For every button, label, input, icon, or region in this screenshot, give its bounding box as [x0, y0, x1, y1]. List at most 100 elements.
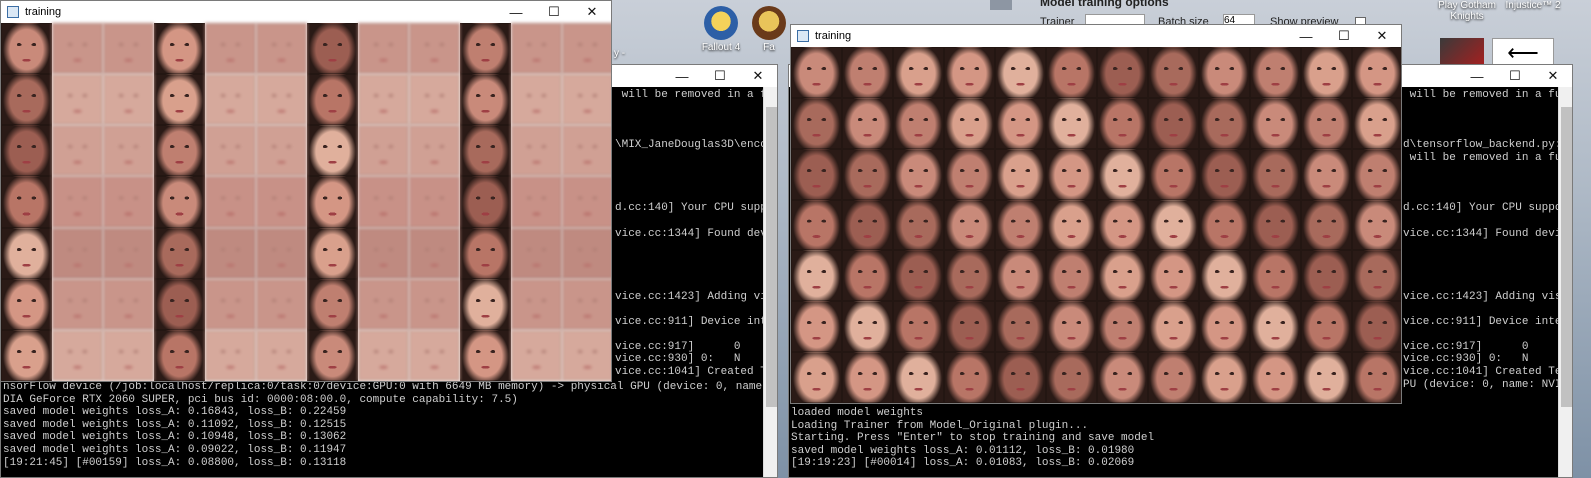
scrollbar-thumb[interactable] — [766, 107, 777, 407]
face-preview-tile — [995, 352, 1046, 403]
face-preview-tile — [256, 278, 307, 330]
face-preview-tile — [1046, 47, 1097, 98]
face-preview-tile — [1199, 97, 1250, 149]
face-preview-tile — [944, 199, 995, 251]
maximize-button[interactable]: ☐ — [1496, 65, 1534, 87]
training-left-controls: — ☐ ✕ — [497, 1, 611, 23]
console-line: DIA GeForce RTX 2060 SUPER, pci bus id: … — [3, 393, 518, 406]
face-preview-tile — [1097, 301, 1148, 353]
console-right-upper-lines: will be removed in a fu d\tensorflow_bac… — [1403, 89, 1558, 391]
face-preview-tile — [409, 176, 460, 228]
face-preview-tile — [1148, 199, 1199, 251]
minimize-button[interactable]: — — [663, 65, 701, 87]
console-line: d.cc:140] Your CPU suppo — [615, 202, 763, 215]
face-preview-tile — [944, 148, 995, 200]
preview-grid-right — [791, 47, 1401, 403]
face-preview-tile — [205, 278, 256, 330]
face-preview-tile — [409, 278, 460, 330]
face-preview-tile — [842, 47, 893, 98]
face-preview-tile — [358, 329, 409, 381]
minimize-button[interactable]: — — [497, 1, 535, 23]
face-preview-tile — [1097, 250, 1148, 302]
face-preview-tile — [205, 23, 256, 75]
desktop-icon-label: Fallout 4 — [701, 42, 741, 53]
face-preview-tile — [154, 329, 205, 381]
model-training-options-title: Model training options — [1040, 0, 1169, 9]
console-line: saved model weights loss_A: 0.10948, los… — [3, 431, 347, 444]
face-preview-tile — [562, 176, 611, 228]
fallout-vault-boy-icon — [704, 6, 738, 40]
console-left-controls: — ☐ ✕ — [663, 65, 777, 87]
console-left-scrollbar[interactable] — [763, 87, 777, 477]
minimize-button[interactable]: — — [1458, 65, 1496, 87]
close-button[interactable]: ✕ — [1363, 25, 1401, 47]
console-right-scrollbar[interactable] — [1558, 87, 1572, 477]
taskbar-app-icon[interactable] — [990, 0, 1012, 10]
maximize-button[interactable]: ☐ — [701, 65, 739, 87]
maximize-button[interactable]: ☐ — [535, 1, 573, 23]
face-preview-tile — [1199, 148, 1250, 200]
face-preview-tile — [511, 278, 562, 330]
face-preview-tile — [1, 23, 52, 75]
face-preview-tile — [791, 301, 842, 353]
face-preview-tile — [1301, 47, 1352, 98]
minimize-button[interactable]: — — [1287, 25, 1325, 47]
window-app-icon — [7, 6, 19, 18]
face-preview-tile — [52, 74, 103, 126]
training-right-titlebar[interactable]: training — ☐ ✕ — [791, 25, 1401, 47]
close-button[interactable]: ✕ — [1534, 65, 1572, 87]
face-preview-tile — [52, 125, 103, 177]
face-preview-tile — [995, 301, 1046, 353]
scrollbar-thumb[interactable] — [1561, 107, 1572, 407]
face-preview-tile — [1301, 97, 1352, 149]
desktop-icon-label: Play Gotham Knights — [1438, 0, 1496, 22]
face-preview-tile — [103, 278, 154, 330]
face-preview-tile — [1199, 199, 1250, 251]
console-line: [19:21:45] [#00159] loss_A: 0.08800, los… — [3, 456, 347, 469]
training-window-right[interactable]: training — ☐ ✕ — [790, 24, 1402, 404]
close-button[interactable]: ✕ — [739, 65, 777, 87]
face-preview-tile — [995, 97, 1046, 149]
preview-grid-left — [1, 23, 611, 381]
desktop-icon-fa[interactable]: Fa — [750, 6, 788, 53]
console-line: vice.cc:1423] Adding vis — [1403, 290, 1558, 303]
maximize-button[interactable]: ☐ — [1325, 25, 1363, 47]
face-preview-tile — [1250, 47, 1301, 98]
face-preview-tile — [1046, 352, 1097, 403]
game-icon[interactable] — [1440, 38, 1484, 64]
console-line: Loading Trainer from Model_Original plug… — [791, 419, 1089, 432]
face-preview-tile — [1, 74, 52, 126]
desktop-partial-label: y - — [614, 48, 626, 59]
face-preview-tile — [1301, 352, 1352, 403]
training-window-left[interactable]: training — ☐ ✕ — [0, 0, 612, 382]
desktop-icon-injustice2[interactable]: Injustice™ 2 — [1498, 0, 1568, 11]
training-left-titlebar[interactable]: training — ☐ ✕ — [1, 1, 611, 23]
face-preview-tile — [791, 199, 842, 251]
face-preview-tile — [1352, 47, 1401, 98]
face-preview-tile — [409, 74, 460, 126]
face-preview-tile — [205, 227, 256, 279]
desktop-icon-fallout4[interactable]: Fallout 4 — [690, 6, 752, 53]
face-preview-tile — [256, 329, 307, 381]
face-preview-tile — [893, 250, 944, 302]
face-preview-tile — [1148, 97, 1199, 149]
face-preview-tile — [103, 329, 154, 381]
console-line: vice.cc:1041] Created Te — [1403, 366, 1558, 379]
close-button[interactable]: ✕ — [573, 1, 611, 23]
console-line: vice.cc:917] 0 — [1403, 340, 1529, 353]
face-preview-tile — [1046, 250, 1097, 302]
desktop-icon-gotham-knights[interactable]: Play Gotham Knights — [1432, 0, 1502, 22]
face-preview-tile — [409, 23, 460, 75]
face-preview-tile — [1301, 301, 1352, 353]
